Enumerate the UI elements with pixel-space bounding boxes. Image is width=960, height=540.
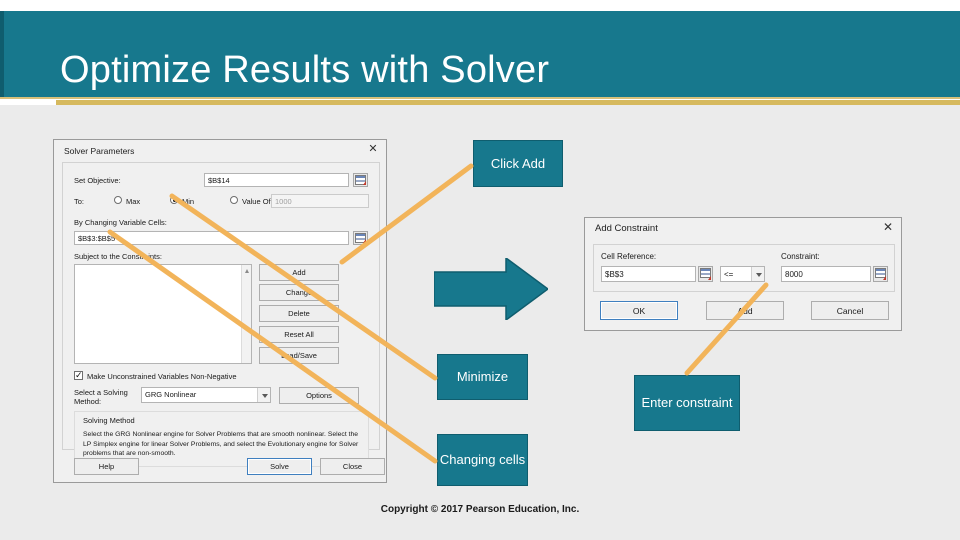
value-of-input[interactable]: 1000 — [271, 194, 369, 208]
radio-min-label[interactable]: Min — [182, 197, 194, 206]
constraints-scrollbar[interactable] — [241, 265, 251, 363]
nonnegative-label[interactable]: Make Unconstrained Variables Non-Negativ… — [87, 372, 237, 381]
operator-select[interactable]: <= — [720, 266, 765, 282]
delete-constraint-button[interactable]: Delete — [259, 305, 339, 322]
solving-method-select[interactable]: GRG Nonlinear — [141, 387, 271, 403]
solver-dialog-content-panel: Set Objective: $B$14 To: Max Min Value O… — [62, 162, 380, 467]
constraint-dialog-title: Add Constraint — [595, 223, 658, 234]
constraint-dialog-content-panel: Cell Reference: $B$3 <= Constraint: 8000 — [593, 244, 895, 292]
add-constraint-dialog: Add Constraint ✕ Cell Reference: $B$3 <=… — [584, 217, 902, 331]
reset-all-button[interactable]: Reset All — [259, 326, 339, 343]
add-constraint-button[interactable]: Add — [259, 264, 339, 281]
radio-value-of-label[interactable]: Value Of: — [242, 197, 273, 206]
load-save-button[interactable]: Load/Save — [259, 347, 339, 364]
radio-min[interactable] — [170, 196, 178, 204]
constraints-label: Subject to the Constraints: — [74, 252, 162, 261]
callout-minimize: Minimize — [437, 354, 528, 400]
radio-value-of[interactable] — [230, 196, 238, 204]
solving-method-group-body: Select the GRG Nonlinear engine for Solv… — [83, 431, 359, 457]
set-objective-label: Set Objective: — [74, 176, 121, 185]
close-button[interactable]: Close — [320, 458, 385, 475]
options-button[interactable]: Options — [279, 387, 359, 404]
solver-parameters-dialog: Solver Parameters ✕ Set Objective: $B$14… — [53, 139, 387, 483]
help-button[interactable]: Help — [74, 458, 139, 475]
close-icon[interactable]: ✕ — [367, 144, 379, 156]
set-objective-input[interactable]: $B$14 — [204, 173, 349, 187]
solve-button[interactable]: Solve — [247, 458, 312, 475]
chevron-down-icon[interactable] — [257, 388, 270, 402]
title-band-left-edge — [0, 11, 4, 97]
constraints-listbox[interactable] — [74, 264, 252, 364]
constraint-value-label: Constraint: — [781, 252, 820, 261]
radio-max[interactable] — [114, 196, 122, 204]
callout-changing-cells: Changing cells — [437, 434, 528, 486]
operator-value: <= — [724, 270, 734, 279]
radio-max-label[interactable]: Max — [126, 197, 140, 206]
constraint-range-picker-icon[interactable] — [873, 266, 888, 282]
close-icon[interactable]: ✕ — [882, 221, 894, 234]
set-objective-range-picker-icon[interactable] — [353, 173, 368, 187]
title-divider-thin — [0, 97, 960, 99]
chevron-down-icon[interactable] — [751, 267, 764, 281]
page-title: Optimize Results with Solver — [60, 49, 550, 91]
solving-method-group-title: Solving Method — [83, 416, 135, 425]
solving-method-value: GRG Nonlinear — [145, 390, 197, 399]
callout-enter-constraint: Enter constraint — [634, 375, 740, 431]
changing-cells-input[interactable]: $B$3:$B$5 — [74, 231, 349, 245]
cell-reference-input[interactable]: $B$3 — [601, 266, 696, 282]
right-arrow-icon — [434, 258, 548, 320]
slide-canvas: Optimize Results with Solver Solver Para… — [0, 0, 960, 540]
solving-method-label: Select a Solving Method: — [74, 388, 128, 406]
ok-button[interactable]: OK — [600, 301, 678, 320]
copyright-notice: Copyright © 2017 Pearson Education, Inc. — [380, 504, 580, 515]
to-label: To: — [74, 197, 85, 206]
constraint-value-input[interactable]: 8000 — [781, 266, 871, 282]
nonnegative-checkbox[interactable] — [74, 369, 83, 381]
changing-cells-range-picker-icon[interactable] — [353, 231, 368, 245]
cell-reference-label: Cell Reference: — [601, 252, 657, 261]
cell-reference-range-picker-icon[interactable] — [698, 266, 713, 282]
callout-click-add: Click Add — [473, 140, 563, 187]
cancel-button[interactable]: Cancel — [811, 301, 889, 320]
add-button[interactable]: Add — [706, 301, 784, 320]
changing-cells-label: By Changing Variable Cells: — [74, 218, 167, 227]
solver-dialog-title: Solver Parameters — [64, 146, 135, 156]
change-constraint-button[interactable]: Change — [259, 284, 339, 301]
